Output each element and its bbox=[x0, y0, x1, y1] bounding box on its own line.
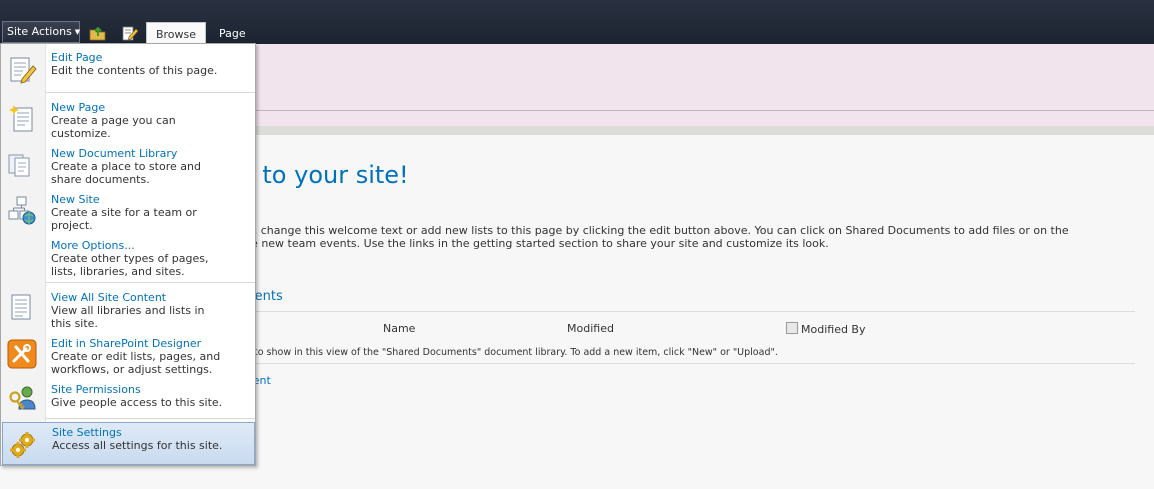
menu-item-description: Create other types of pages, lists, libr… bbox=[51, 252, 209, 278]
new-page-icon bbox=[9, 105, 33, 132]
column-header-name[interactable]: Name bbox=[383, 322, 415, 335]
menu-item-new-page[interactable]: New Page Create a page you can customize… bbox=[1, 101, 255, 141]
menu-item-title: More Options... bbox=[51, 239, 135, 252]
dropdown-arrow-icon: ▼ bbox=[74, 28, 81, 36]
tab-page[interactable]: Page bbox=[219, 22, 246, 44]
menu-item-new-site[interactable]: New Site Create a site for a team or pro… bbox=[1, 193, 255, 233]
site-content-icon bbox=[11, 294, 31, 320]
intro-line-1: ge, change this welcome text or add new … bbox=[240, 224, 1069, 237]
menu-item-title: Edit Page bbox=[51, 51, 103, 64]
intro-text: ge, change this welcome text or add new … bbox=[240, 224, 1140, 250]
sharepoint-designer-icon bbox=[7, 339, 37, 369]
menu-item-description: View all libraries and lists in this sit… bbox=[51, 304, 205, 330]
navigate-up-icon[interactable] bbox=[89, 25, 107, 41]
welcome-heading: e to your site! bbox=[240, 161, 409, 189]
divider bbox=[240, 311, 1135, 312]
edit-page-icon bbox=[10, 57, 37, 84]
menu-item-edit-page[interactable]: Edit Page Edit the contents of this page… bbox=[1, 51, 255, 87]
column-header-modified[interactable]: Modified bbox=[567, 322, 614, 335]
menu-item-title: View All Site Content bbox=[51, 291, 167, 304]
menu-item-more-options[interactable]: More Options... Create other types of pa… bbox=[1, 239, 255, 279]
menu-item-description: Create a page you can customize. bbox=[51, 114, 176, 140]
modified-by-label: Modified By bbox=[801, 323, 866, 336]
menu-item-site-settings[interactable]: Site Settings Access all settings for th… bbox=[2, 422, 255, 465]
edit-icon[interactable] bbox=[121, 25, 139, 41]
menu-separator bbox=[45, 92, 255, 93]
menu-item-description: Edit the contents of this page. bbox=[51, 64, 218, 77]
empty-list-message: ns to show in this view of the "Shared D… bbox=[240, 347, 778, 358]
menu-item-title: Site Settings bbox=[52, 426, 122, 439]
menu-item-site-permissions[interactable]: Site Permissions Give people access to t… bbox=[1, 383, 255, 413]
menu-item-title: Site Permissions bbox=[51, 383, 141, 396]
tab-browse[interactable]: Browse bbox=[146, 22, 206, 44]
menu-item-description: Create or edit lists, pages, and workflo… bbox=[51, 350, 221, 376]
menu-item-new-document-library[interactable]: New Document Library Create a place to s… bbox=[1, 147, 255, 187]
ribbon-bar: Site Actions ▼ Browse Page bbox=[0, 0, 1154, 44]
menu-item-title: New Site bbox=[51, 193, 100, 206]
menu-item-view-all-site-content[interactable]: View All Site Content View all libraries… bbox=[1, 291, 255, 331]
document-library-icon bbox=[8, 154, 30, 177]
menu-separator bbox=[45, 282, 255, 283]
menu-item-title: Edit in SharePoint Designer bbox=[51, 337, 202, 350]
site-actions-button[interactable]: Site Actions ▼ bbox=[2, 21, 80, 43]
new-site-icon bbox=[8, 196, 36, 225]
menu-item-description: Access all settings for this site. bbox=[52, 439, 223, 452]
site-actions-menu: Edit Page Edit the contents of this page… bbox=[0, 43, 256, 466]
menu-item-description: Create a place to store and share docume… bbox=[51, 160, 201, 186]
column-header-modified-by[interactable]: Modified By bbox=[786, 322, 866, 336]
select-all-checkbox[interactable] bbox=[786, 322, 798, 334]
menu-separator bbox=[45, 418, 255, 419]
intro-line-2: ate new team events. Use the links in th… bbox=[240, 237, 829, 250]
menu-item-description: Give people access to this site. bbox=[51, 396, 223, 409]
settings-gear-icon bbox=[10, 432, 35, 458]
permissions-icon bbox=[9, 386, 36, 410]
divider bbox=[240, 363, 1135, 364]
menu-item-description: Create a site for a team or project. bbox=[51, 206, 197, 232]
menu-item-title: New Page bbox=[51, 101, 106, 114]
site-actions-label: Site Actions bbox=[7, 25, 72, 38]
menu-item-title: New Document Library bbox=[51, 147, 178, 160]
menu-item-edit-in-sharepoint-designer[interactable]: Edit in SharePoint Designer Create or ed… bbox=[1, 337, 255, 377]
